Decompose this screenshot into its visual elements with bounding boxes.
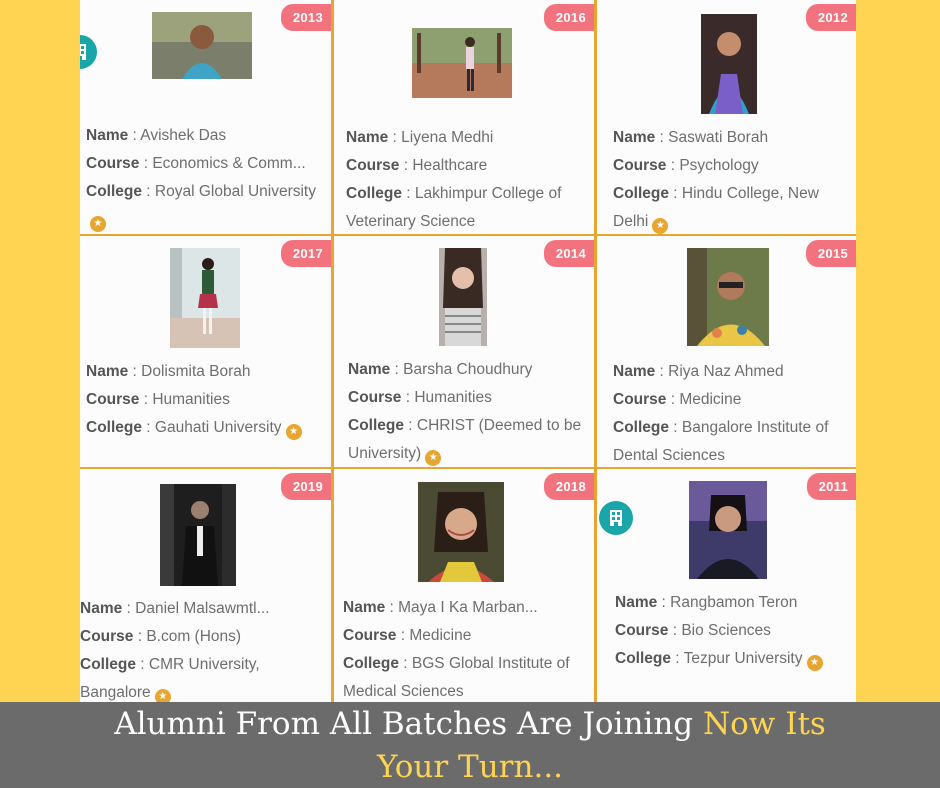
alumni-card[interactable]: 2013 Name : Avishek Das Course : Economi… [80, 0, 331, 234]
alumni-card[interactable]: 2014 Name : Barsha Choudhury Course : Hu… [334, 236, 594, 467]
course-label: Course [86, 155, 140, 172]
name-label: Name [346, 129, 389, 146]
alumni-name: Dolismita Borah [141, 363, 251, 380]
batch-year-badge: 2018 [543, 473, 594, 500]
alumni-photo [152, 12, 252, 79]
alumni-course: Bio Sciences [681, 622, 771, 639]
building-icon[interactable] [599, 501, 633, 535]
alumni-card[interactable]: 2018 Name : Maya I Ka Marban... Course :… [334, 469, 594, 703]
batch-year-badge: 2016 [543, 4, 594, 31]
batch-year-badge: 2019 [280, 473, 331, 500]
batch-year-badge: 2011 [806, 473, 856, 500]
name-label: Name [86, 127, 129, 144]
batch-year-badge: 2015 [805, 240, 856, 267]
course-label: Course [613, 157, 667, 174]
alumni-college: Tezpur University [683, 650, 803, 667]
alumni-course: Medicine [409, 627, 472, 644]
alumni-college: Gauhati University [154, 419, 282, 436]
college-label: College [343, 655, 399, 672]
alumni-card[interactable]: 2016 Name : Liyena Medhi Course : Health… [334, 0, 594, 234]
star-badge-icon: ★ [652, 218, 669, 234]
alumni-card[interactable]: 2017 Name : Dolismita Borah Course : Hum… [80, 236, 331, 467]
name-label: Name [343, 599, 386, 616]
alumni-card[interactable]: 2015 Name : Riya Naz Ahmed Course : Medi… [597, 236, 856, 467]
banner-line-1: Alumni From All Batches Are Joining Now … [0, 703, 940, 746]
alumni-name: Riya Naz Ahmed [668, 363, 784, 380]
promo-banner: Alumni From All Batches Are Joining Now … [0, 702, 940, 788]
alumni-card[interactable]: 2012 Name : Saswati Borah Course : Psych… [597, 0, 856, 234]
course-label: Course [80, 628, 134, 645]
course-label: Course [613, 391, 667, 408]
alumni-name: Barsha Choudhury [403, 361, 533, 378]
name-label: Name [615, 594, 658, 611]
name-label: Name [613, 129, 656, 146]
alumni-college: Royal Global University [154, 183, 316, 200]
alumni-course: B.com (Hons) [146, 628, 242, 645]
alumni-photo [418, 482, 504, 582]
alumni-card[interactable]: 2011 Name : Rangbamon Teron Course : Bio… [597, 469, 856, 703]
batch-year-badge: 2013 [280, 4, 331, 31]
college-label: College [346, 185, 402, 202]
college-label: College [613, 185, 669, 202]
alumni-grid: 2013 Name : Avishek Das Course : Economi… [80, 0, 856, 703]
star-badge-icon: ★ [285, 424, 302, 440]
batch-year-badge: 2017 [280, 240, 331, 267]
alumni-photo [439, 248, 487, 346]
star-badge-icon: ★ [90, 216, 106, 232]
banner-line-2: Your Turn... [0, 746, 940, 788]
alumni-name: Saswati Borah [668, 129, 769, 146]
alumni-photo [160, 484, 236, 586]
course-label: Course [346, 157, 400, 174]
name-label: Name [86, 363, 129, 380]
banner-text-yellow-2: Your Turn... [376, 749, 564, 785]
alumni-photo [687, 248, 769, 346]
alumni-card[interactable]: 2019 Name : Daniel Malsawmtl... Course :… [80, 469, 331, 703]
name-label: Name [348, 361, 391, 378]
batch-year-badge: 2012 [805, 4, 856, 31]
banner-text-yellow: Now Its [703, 706, 826, 742]
batch-year-badge: 2014 [543, 240, 594, 267]
alumni-course: Healthcare [412, 157, 488, 174]
college-label: College [348, 417, 404, 434]
alumni-photo [701, 14, 757, 114]
alumni-course: Medicine [679, 391, 742, 408]
banner-text-white: Alumni From All Batches Are Joining [114, 706, 704, 742]
name-label: Name [80, 600, 123, 617]
alumni-name: Maya I Ka Marban... [398, 599, 538, 616]
course-label: Course [343, 627, 397, 644]
alumni-name: Liyena Medhi [401, 129, 494, 146]
college-label: College [613, 419, 669, 436]
alumni-photo [170, 248, 240, 348]
building-icon[interactable] [80, 35, 97, 69]
name-label: Name [613, 363, 656, 380]
course-label: Course [615, 622, 669, 639]
alumni-course: Psychology [679, 157, 759, 174]
alumni-course: Economics & Comm... [152, 155, 306, 172]
college-label: College [86, 183, 142, 200]
alumni-course: Humanities [414, 389, 492, 406]
alumni-name: Daniel Malsawmtl... [135, 600, 270, 617]
alumni-photo [689, 481, 767, 579]
star-badge-icon: ★ [425, 450, 442, 466]
college-label: College [615, 650, 671, 667]
star-badge-icon: ★ [154, 689, 171, 703]
course-label: Course [86, 391, 140, 408]
course-label: Course [348, 389, 402, 406]
alumni-photo [412, 28, 512, 98]
star-badge-icon: ★ [806, 655, 823, 671]
alumni-name: Avishek Das [140, 127, 227, 144]
college-label: College [86, 419, 142, 436]
college-label: College [80, 656, 136, 673]
alumni-course: Humanities [152, 391, 230, 408]
alumni-name: Rangbamon Teron [670, 594, 798, 611]
